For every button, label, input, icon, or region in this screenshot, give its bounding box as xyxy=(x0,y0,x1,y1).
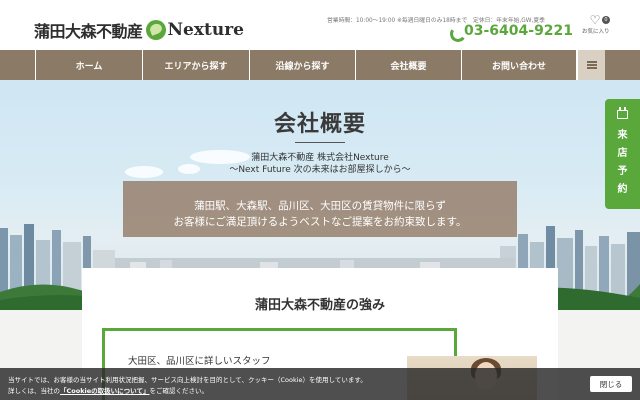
cookie-notice-prefix: 詳しくは、当社の xyxy=(8,387,60,395)
nav-item-company[interactable]: 会社概要 xyxy=(355,50,461,80)
visit-reservation-tab[interactable]: 来 店 予 約 xyxy=(605,99,640,209)
favorites-count-badge: 0 xyxy=(602,16,610,24)
strength-card-title: 大田区、品川区に詳しいスタッフ xyxy=(128,356,271,367)
hamburger-icon xyxy=(586,60,597,71)
company-slogan: ～Next Future 次の未来はお部屋探しから～ xyxy=(229,165,411,175)
phone-number: 03-6404-9221 xyxy=(464,23,574,39)
phone-icon xyxy=(449,25,461,37)
global-nav: ホーム エリアから探す 沿線から探す 会社概要 お問い合わせ xyxy=(0,50,640,80)
strengths-heading: 蒲田大森不動産の強み xyxy=(254,298,385,313)
cookie-policy-link[interactable]: 「Cookieの取扱いについて」 xyxy=(60,387,149,395)
reservation-char: 店 xyxy=(617,148,628,159)
phone-link[interactable]: 03-6404-9221 xyxy=(449,23,573,39)
leaf-logo-icon xyxy=(145,20,166,40)
hero-message-line2: お客様にご満足頂けるようベストなご提案をお約束致します。 xyxy=(173,216,467,228)
nav-item-area[interactable]: エリアから探す xyxy=(142,50,249,80)
logo-text-jp: 蒲田大森不動産 xyxy=(34,22,143,41)
cookie-notice-line2: 詳しくは、当社の「Cookieの取扱いについて」をご確認ください。 xyxy=(8,385,208,395)
hamburger-menu-button[interactable] xyxy=(577,50,605,80)
nav-item-line[interactable]: 沿線から探す xyxy=(249,50,355,80)
nav-item-home[interactable]: ホーム xyxy=(35,50,142,80)
favorites-label: お気に入り xyxy=(582,29,610,35)
cookie-notice-suffix: をご確認ください。 xyxy=(149,387,208,395)
logo-text-en: Nexture xyxy=(167,20,244,40)
hero-message-box: 蒲田駅、大森駅、品川区、大田区の賃貸物件に限らず お客様にご満足頂けるようベスト… xyxy=(123,181,517,237)
cookie-notice-line1: 当サイトでは、お客様の当サイト利用状況把握、サービス向上検討を目的として、クッキ… xyxy=(8,376,367,384)
reservation-label: 来 店 予 約 xyxy=(605,127,640,199)
site-logo[interactable]: 蒲田大森不動産 Nexture xyxy=(34,17,244,43)
heart-icon: ♡ 0 xyxy=(588,14,610,26)
page-title: 会社概要 xyxy=(273,112,366,137)
hero-message-line1: 蒲田駅、大森駅、品川区、大田区の賃貸物件に限らず xyxy=(194,200,446,212)
reservation-char: 予 xyxy=(617,166,628,177)
title-divider xyxy=(295,142,345,143)
reservation-char: 約 xyxy=(617,184,628,195)
favorites-button[interactable]: ♡ 0 お気に入り xyxy=(582,14,610,35)
cookie-consent-bar: 当サイトでは、お客様の当サイト利用状況把握、サービス向上検討を目的として、クッキ… xyxy=(0,368,640,400)
reservation-char: 来 xyxy=(617,130,628,141)
cookie-close-button[interactable]: 閉じる xyxy=(590,376,632,392)
site-header: 蒲田大森不動産 Nexture 営業時間：10:00～19:00 ※毎週日曜日の… xyxy=(0,0,640,50)
nav-item-contact[interactable]: お問い合わせ xyxy=(461,50,577,80)
calendar-icon xyxy=(617,107,628,119)
